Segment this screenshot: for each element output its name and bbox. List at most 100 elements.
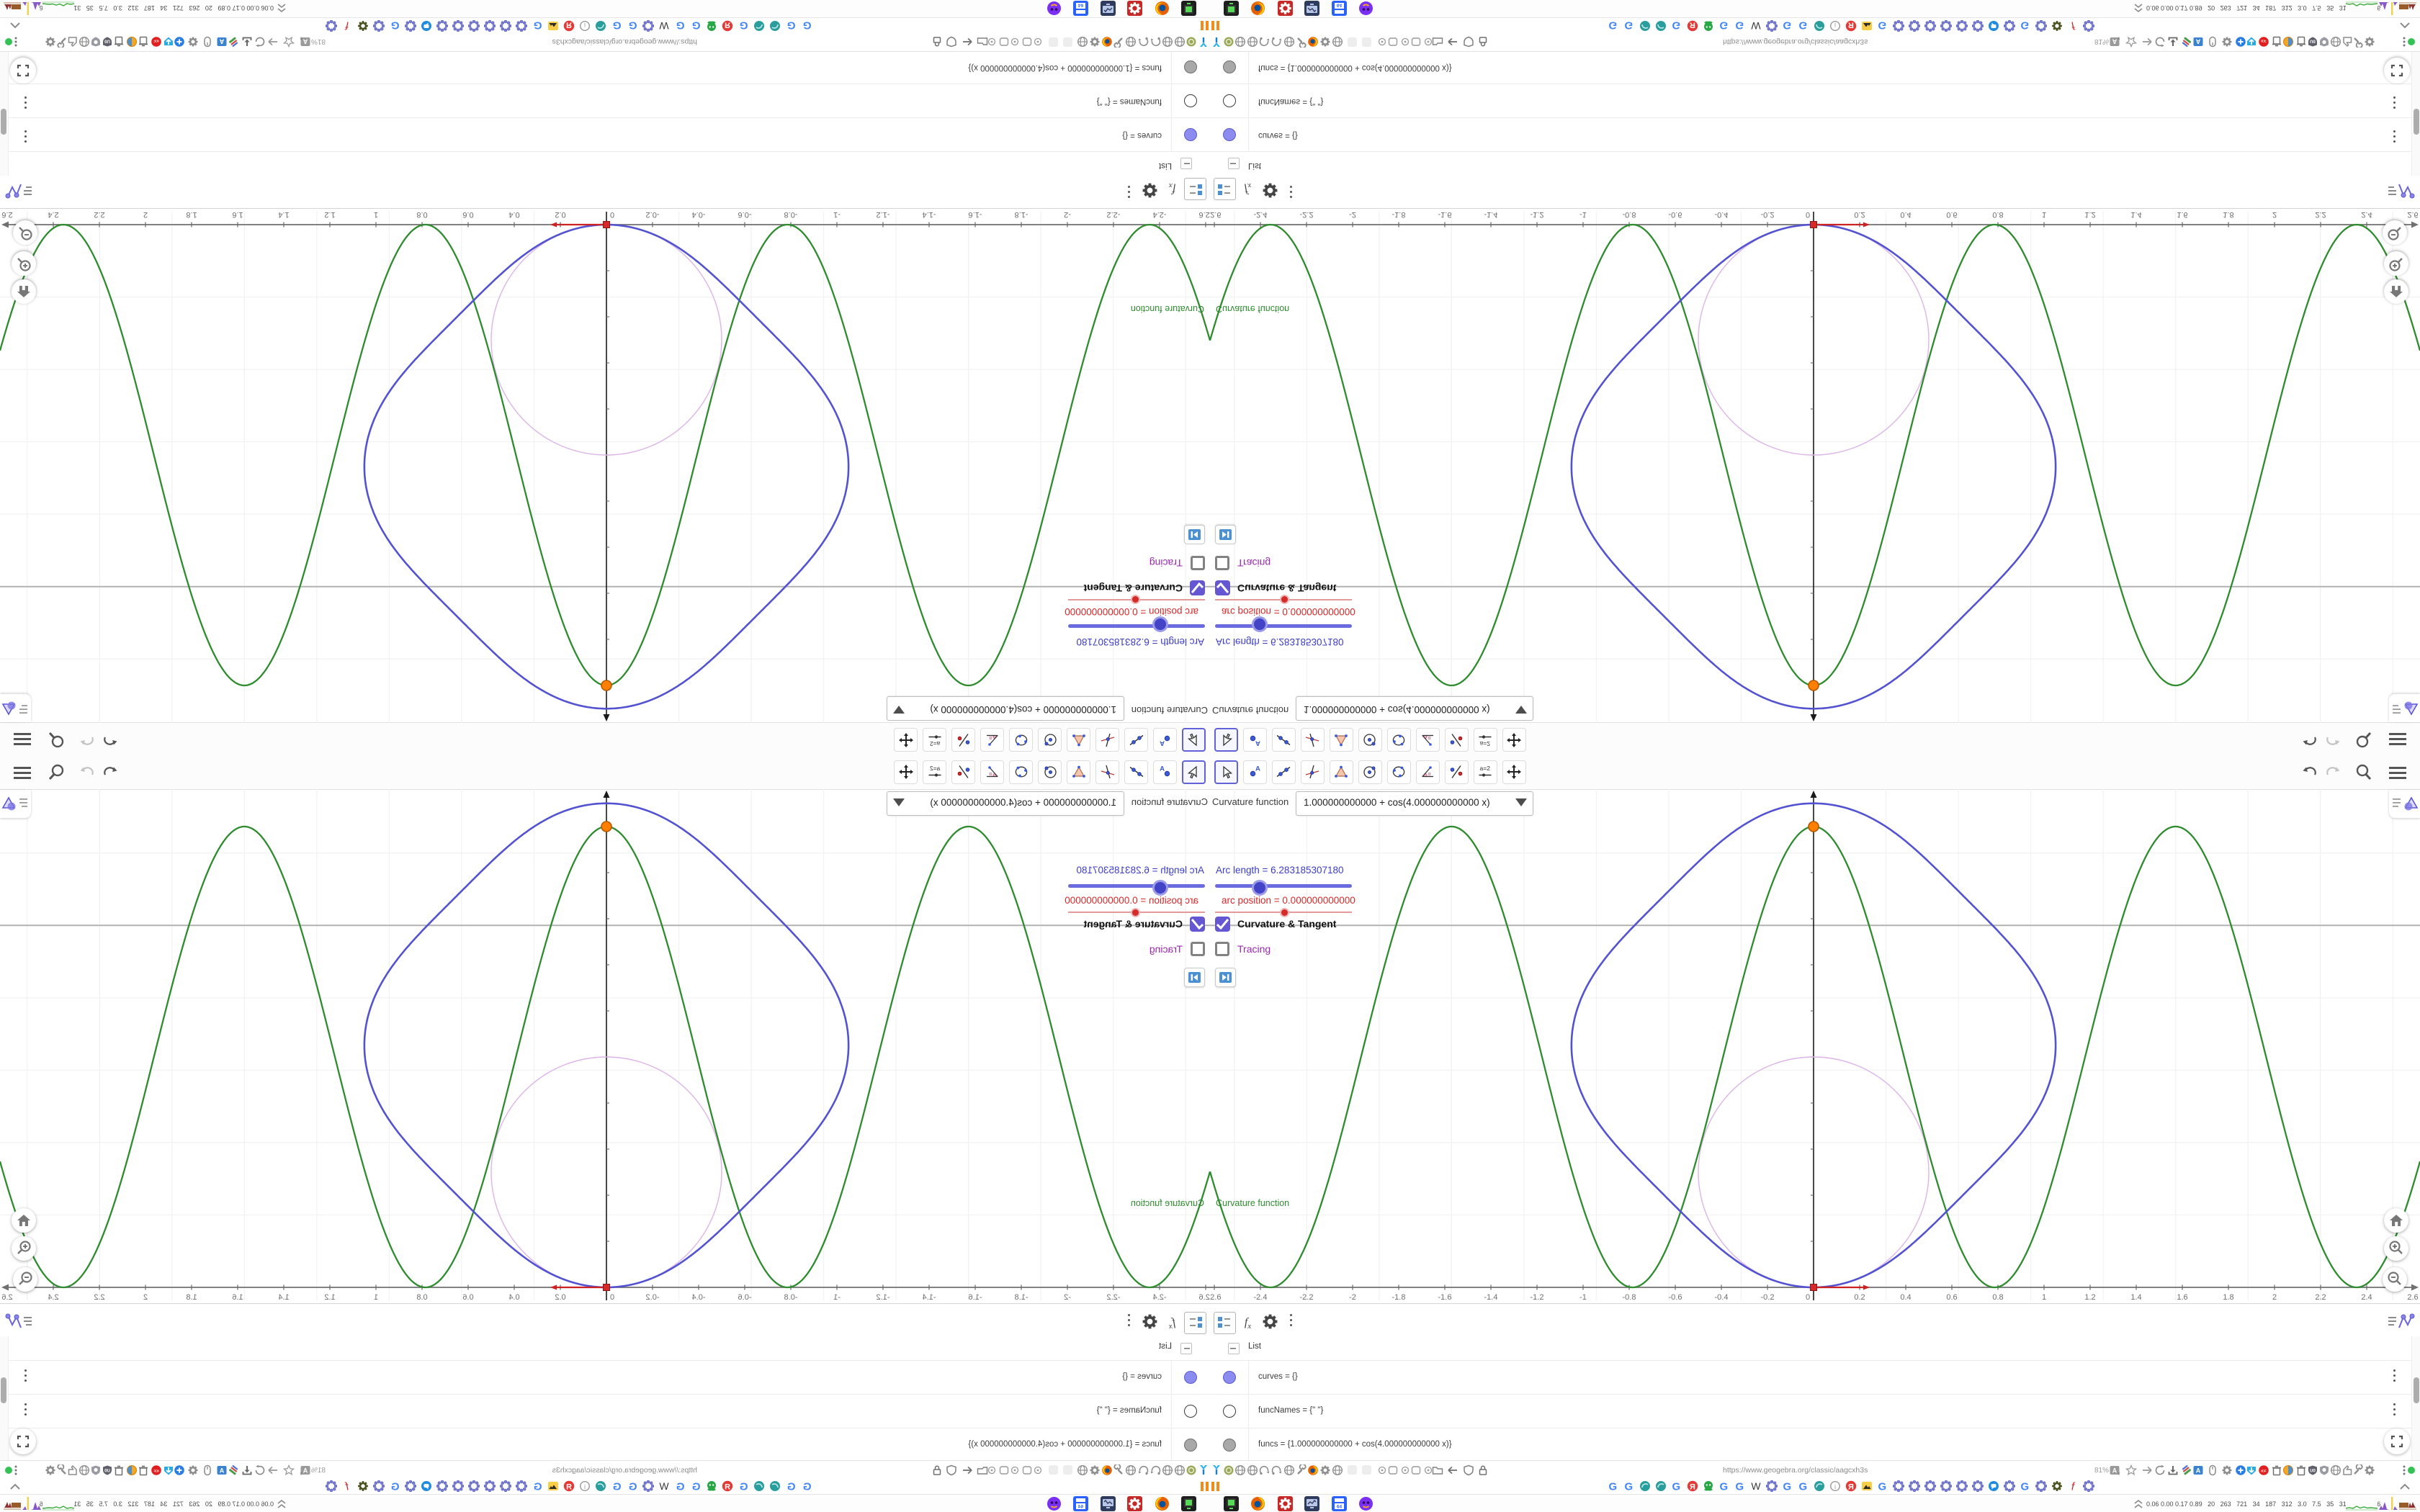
- firefox-icon[interactable]: [1101, 1464, 1113, 1476]
- tool-conic-through-points-icon[interactable]: [1009, 728, 1033, 752]
- gear-icon[interactable]: [2221, 1464, 2233, 1476]
- tab-favicon-google[interactable]: G: [801, 19, 812, 32]
- taskbar-app-purple-bot[interactable]: [1358, 1496, 1373, 1511]
- tool-point-icon[interactable]: A: [1153, 760, 1177, 784]
- tab-favicon-google[interactable]: G: [532, 19, 543, 32]
- tab-favicon-google[interactable]: G: [2020, 1480, 2031, 1493]
- shield-icon[interactable]: [1463, 1464, 1474, 1476]
- marker-icon[interactable]: [228, 1464, 239, 1476]
- arc-arrow-icon[interactable]: [1137, 36, 1149, 48]
- gear-icon[interactable]: [45, 36, 56, 48]
- rect-outline-icon[interactable]: [998, 1464, 1010, 1476]
- tab-favicon-wreath[interactable]: [2003, 19, 2016, 32]
- disk-graph-widget[interactable]: [4, 1496, 21, 1512]
- tab-favicon-image[interactable]: [547, 1480, 559, 1492]
- red-circle-icon[interactable]: ICF: [151, 1464, 162, 1476]
- play-step-button[interactable]: [1215, 968, 1236, 987]
- globe-icon[interactable]: [1247, 1464, 1258, 1476]
- tab-favicon-wreath[interactable]: [1955, 19, 1968, 32]
- trash-icon[interactable]: [138, 36, 149, 48]
- tab-favicon-wreath[interactable]: [1908, 1480, 1921, 1493]
- fullscreen-button[interactable]: [2384, 58, 2410, 84]
- settings-gear-button[interactable]: [1260, 1312, 1281, 1333]
- y-funnel-icon[interactable]: [1211, 1464, 1222, 1476]
- tab-favicon-wikipedia[interactable]: W: [658, 1480, 670, 1492]
- tab-favicon-wreath[interactable]: [325, 1480, 338, 1493]
- y-funnel-icon[interactable]: [1211, 36, 1222, 48]
- zoom-in-button[interactable]: [12, 251, 36, 276]
- plot-canvas[interactable]: -2.6 -2.4 -2.2 -2 -1.8 -1.6 -1.4 -1.2 -1 -0.8 -0.6…: [1210, 789, 2420, 1302]
- tab-favicon-google[interactable]: G: [1877, 1480, 1888, 1493]
- wrench-icon[interactable]: [1296, 36, 1307, 49]
- tab-favicon-wreath[interactable]: [1892, 19, 1905, 32]
- red-circle-icon[interactable]: ICF: [2258, 36, 2269, 48]
- scrollbar-thumb[interactable]: [1, 1377, 6, 1403]
- tool-circle-with-center-icon[interactable]: [1358, 728, 1382, 752]
- tab-favicon-wreath[interactable]: [325, 19, 338, 32]
- shield-icon[interactable]: [1463, 36, 1474, 48]
- share-thumb-icon[interactable]: [2341, 36, 2353, 48]
- blank-icon[interactable]: [1347, 36, 1358, 48]
- row-kebab-icon[interactable]: [2391, 1369, 2397, 1385]
- taskbar-app-monitor-chart[interactable]: [1101, 1496, 1116, 1511]
- tab-favicon-gear-olive[interactable]: [2051, 20, 2063, 32]
- tab-favicon-wreath[interactable]: [1908, 19, 1921, 32]
- tab-favicon-image[interactable]: [1861, 20, 1873, 32]
- tab-favicon-octopus[interactable]: [706, 20, 717, 32]
- firefox-icon[interactable]: [1101, 36, 1113, 48]
- plot-canvas[interactable]: -2.6 -2.4 -2.2 -2 -1.8 -1.6 -1.4 -1.2 -1 -0.8 -0.6…: [0, 210, 1210, 723]
- tab-favicon-google[interactable]: G: [1671, 19, 1682, 32]
- dot-circle-icon[interactable]: [1009, 1464, 1021, 1476]
- tab-favicon-teal[interactable]: [1814, 20, 1825, 32]
- tool-line-icon[interactable]: [1124, 728, 1148, 752]
- arc-arrow-icon[interactable]: [1271, 1464, 1283, 1476]
- tab-favicon-google[interactable]: G: [1798, 1480, 1809, 1493]
- arrow-right-icon[interactable]: [2141, 1464, 2153, 1476]
- cpu-graph-widget[interactable]: [2345, 1496, 2378, 1512]
- tab-favicon-wreath[interactable]: [1971, 19, 1984, 32]
- translate-blue-icon[interactable]: A: [2192, 1464, 2204, 1476]
- rect-outline-icon[interactable]: [1410, 1464, 1422, 1476]
- tool-angle-icon[interactable]: α: [1416, 728, 1440, 752]
- tab-favicon-gear-olive[interactable]: [2051, 1480, 2063, 1492]
- tray-chevrons-icon[interactable]: [277, 0, 287, 13]
- download-icon[interactable]: [241, 36, 253, 48]
- visibility-marble[interactable]: [1184, 1438, 1197, 1452]
- tab-favicon-wreath[interactable]: [1892, 1480, 1905, 1493]
- gear-icon[interactable]: [1089, 36, 1101, 48]
- tab-favicon-google[interactable]: G: [1782, 1480, 1793, 1493]
- tab-favicon-wreath[interactable]: [483, 19, 496, 32]
- url-text[interactable]: https://www.geogebra.org/classic/aagcxh3…: [552, 37, 697, 46]
- dot-circle-icon[interactable]: [1032, 36, 1044, 48]
- arc-arrow-icon[interactable]: [1271, 36, 1283, 48]
- undo-icon[interactable]: [100, 729, 120, 750]
- tool-perpendicular-line-icon[interactable]: [1095, 728, 1119, 752]
- olive-circle-icon[interactable]: [1186, 1464, 1197, 1476]
- tab-favicon-wreath[interactable]: [1924, 19, 1937, 32]
- undo-icon[interactable]: [2300, 729, 2320, 750]
- tab-favicon-teal[interactable]: [1655, 1480, 1667, 1492]
- tab-favicon-wreath[interactable]: [2082, 1480, 2095, 1493]
- tool-move-graphics-view-icon[interactable]: [1502, 728, 1526, 752]
- algebra-row-expression[interactable]: funcs = {1.000000000000 + cos(4.00000000…: [1258, 1440, 1452, 1449]
- settings-gear-button[interactable]: [1260, 179, 1281, 200]
- star-icon[interactable]: [282, 1464, 295, 1476]
- y-funnel-icon[interactable]: [1198, 36, 1209, 48]
- tab-favicon-yandex[interactable]: Я: [563, 20, 575, 32]
- taskbar-app-terminal-green[interactable]: [1181, 1, 1196, 16]
- graphics-style-button[interactable]: [0, 694, 31, 722]
- blue-down-icon[interactable]: [2246, 1464, 2257, 1476]
- taskbar-app-firefox[interactable]: [1155, 1, 1170, 16]
- translate-icon[interactable]: Ax: [300, 36, 311, 48]
- curvature-tangent-checkbox[interactable]: [1190, 580, 1205, 595]
- arc-length-slider[interactable]: [1215, 884, 1352, 888]
- memory-graph-widget[interactable]: [2379, 1496, 2398, 1512]
- trash-icon[interactable]: [113, 1464, 125, 1476]
- tool-line-icon[interactable]: [1124, 760, 1148, 784]
- tab-favicon-wreath[interactable]: [1765, 19, 1778, 32]
- taskbar-app-monitor-chart[interactable]: [1101, 1, 1116, 16]
- visibility-marble[interactable]: [1223, 1370, 1236, 1384]
- firefox-icon[interactable]: [1307, 1464, 1319, 1476]
- tab-favicon-yandex[interactable]: Я: [722, 1480, 733, 1492]
- trash-icon[interactable]: [138, 1464, 149, 1476]
